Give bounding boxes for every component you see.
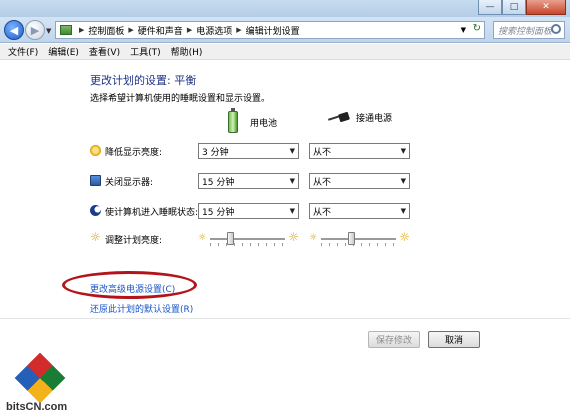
select-value: 从不 [313, 177, 332, 188]
page-title: 更改计划的设置: 平衡 [90, 74, 197, 87]
slider-ticks [210, 243, 285, 246]
address-dropdown-icon[interactable]: ▼ [461, 26, 466, 34]
select-value: 从不 [313, 147, 332, 158]
search-input[interactable]: 搜索控制面板 [493, 21, 565, 39]
column-header-battery: 用电池 [228, 108, 278, 133]
back-button[interactable]: ◀ [4, 20, 24, 40]
setting-row-dim-display: 降低显示亮度: 3 分钟 ▼ 从不 ▼ [90, 143, 430, 159]
brightness-low-icon: ☼ [198, 233, 207, 243]
dim-display-battery-select[interactable]: 3 分钟 ▼ [198, 143, 299, 159]
slider-thumb[interactable] [227, 232, 234, 245]
recent-pages-dropdown-icon[interactable]: ▼ [46, 27, 51, 35]
column-battery-label: 用电池 [250, 118, 278, 129]
save-button[interactable]: 保存修改 [368, 331, 420, 348]
breadcrumb-separator-icon[interactable]: ▶ [236, 26, 241, 34]
slider-track[interactable] [321, 238, 396, 240]
breadcrumb-control-panel[interactable]: 控制面板 [88, 24, 124, 37]
column-plugged-label: 接通电源 [356, 114, 393, 124]
sleep-battery-select[interactable]: 15 分钟 ▼ [198, 203, 299, 219]
monitor-icon [90, 175, 101, 186]
brightness-icon: ☼ [90, 230, 101, 244]
menu-file[interactable]: 文件(F) [8, 45, 38, 58]
main-content: 更改计划的设置: 平衡 选择希望计算机使用的睡眠设置和显示设置。 用电池 接通电… [0, 61, 570, 418]
cancel-button[interactable]: 取消 [428, 331, 480, 348]
title-bar: — □ ✕ [0, 0, 570, 17]
restore-defaults-link[interactable]: 还原此计划的默认设置(R) [90, 302, 193, 315]
breadcrumb-hardware-sound[interactable]: 硬件和声音 [138, 24, 183, 37]
chevron-down-icon: ▼ [289, 207, 295, 215]
breadcrumb-edit-plan[interactable]: 编辑计划设置 [246, 24, 300, 37]
search-placeholder: 搜索控制面板 [498, 26, 553, 37]
setting-label: 降低显示亮度: [105, 148, 163, 158]
advanced-settings-link[interactable]: 更改高级电源设置(C) [90, 282, 175, 295]
refresh-icon[interactable]: ↻ [473, 23, 481, 34]
dim-display-plugged-select[interactable]: 从不 ▼ [309, 143, 410, 159]
chevron-down-icon: ▼ [400, 207, 406, 215]
brightness-battery-slider[interactable]: ☼ ☼ [198, 230, 299, 247]
column-header-plugged: 接通电源 [328, 111, 392, 124]
forward-button[interactable]: ▶ [25, 20, 45, 40]
page-description: 选择希望计算机使用的睡眠设置和显示设置。 [90, 94, 271, 104]
search-icon[interactable] [551, 24, 561, 34]
breadcrumb-separator-icon[interactable]: ▶ [187, 26, 192, 34]
menu-view[interactable]: 查看(V) [89, 45, 120, 58]
select-value: 从不 [313, 207, 332, 218]
breadcrumb-separator-icon[interactable]: ▶ [128, 26, 133, 34]
divider [0, 318, 570, 319]
setting-label: 使计算机进入睡眠状态: [105, 208, 199, 218]
turn-off-display-plugged-select[interactable]: 从不 ▼ [309, 173, 410, 189]
menu-help[interactable]: 帮助(H) [171, 45, 203, 58]
watermark: bitsCN.com [4, 349, 86, 416]
window-controls: — □ ✕ [478, 0, 566, 15]
setting-row-brightness: ☼ 调整计划亮度: ☼ ☼ ☼ ☼ [90, 230, 430, 247]
minimize-button[interactable]: — [478, 0, 502, 15]
turn-off-display-battery-select[interactable]: 15 分钟 ▼ [198, 173, 299, 189]
select-value: 3 分钟 [202, 147, 229, 158]
slider-thumb[interactable] [348, 232, 356, 245]
chevron-down-icon: ▼ [400, 147, 406, 155]
chevron-down-icon: ▼ [289, 177, 295, 185]
brightness-low-icon: ☼ [309, 233, 318, 243]
menu-edit[interactable]: 编辑(E) [48, 45, 79, 58]
watermark-logo-icon [11, 349, 69, 407]
control-panel-icon [60, 25, 72, 35]
breadcrumb-power-options[interactable]: 电源选项 [196, 24, 232, 37]
setting-row-sleep: 使计算机进入睡眠状态: 15 分钟 ▼ 从不 ▼ [90, 203, 430, 219]
chevron-down-icon: ▼ [400, 177, 406, 185]
setting-row-turn-off-display: 关闭显示器: 15 分钟 ▼ 从不 ▼ [90, 173, 430, 189]
select-value: 15 分钟 [202, 207, 235, 218]
battery-icon [228, 108, 238, 133]
breadcrumb-separator-icon[interactable]: ▶ [79, 26, 84, 34]
sleep-icon [90, 205, 101, 216]
select-value: 15 分钟 [202, 177, 235, 188]
power-plug-icon [328, 113, 350, 123]
address-field[interactable]: ▶ 控制面板 ▶ 硬件和声音 ▶ 电源选项 ▶ 编辑计划设置 ▼ ↻ [55, 21, 485, 39]
address-bar: ◀ ▶ ▼ ▶ 控制面板 ▶ 硬件和声音 ▶ 电源选项 ▶ 编辑计划设置 ▼ ↻… [0, 17, 570, 43]
maximize-button[interactable]: □ [502, 0, 526, 15]
brightness-plugged-slider[interactable]: ☼ ☼ [309, 230, 410, 247]
setting-label: 关闭显示器: [105, 178, 154, 188]
brightness-high-icon: ☼ [399, 230, 410, 244]
watermark-text: bitsCN.com [6, 401, 68, 413]
slider-ticks [321, 243, 396, 246]
sleep-plugged-select[interactable]: 从不 ▼ [309, 203, 410, 219]
dim-display-icon [90, 145, 101, 156]
menu-tools[interactable]: 工具(T) [130, 45, 161, 58]
slider-track[interactable] [210, 238, 285, 240]
brightness-high-icon: ☼ [288, 230, 299, 244]
menu-bar: 文件(F) 编辑(E) 查看(V) 工具(T) 帮助(H) [0, 44, 570, 60]
close-button[interactable]: ✕ [526, 0, 566, 15]
setting-label: 调整计划亮度: [105, 236, 163, 246]
chevron-down-icon: ▼ [289, 147, 295, 155]
